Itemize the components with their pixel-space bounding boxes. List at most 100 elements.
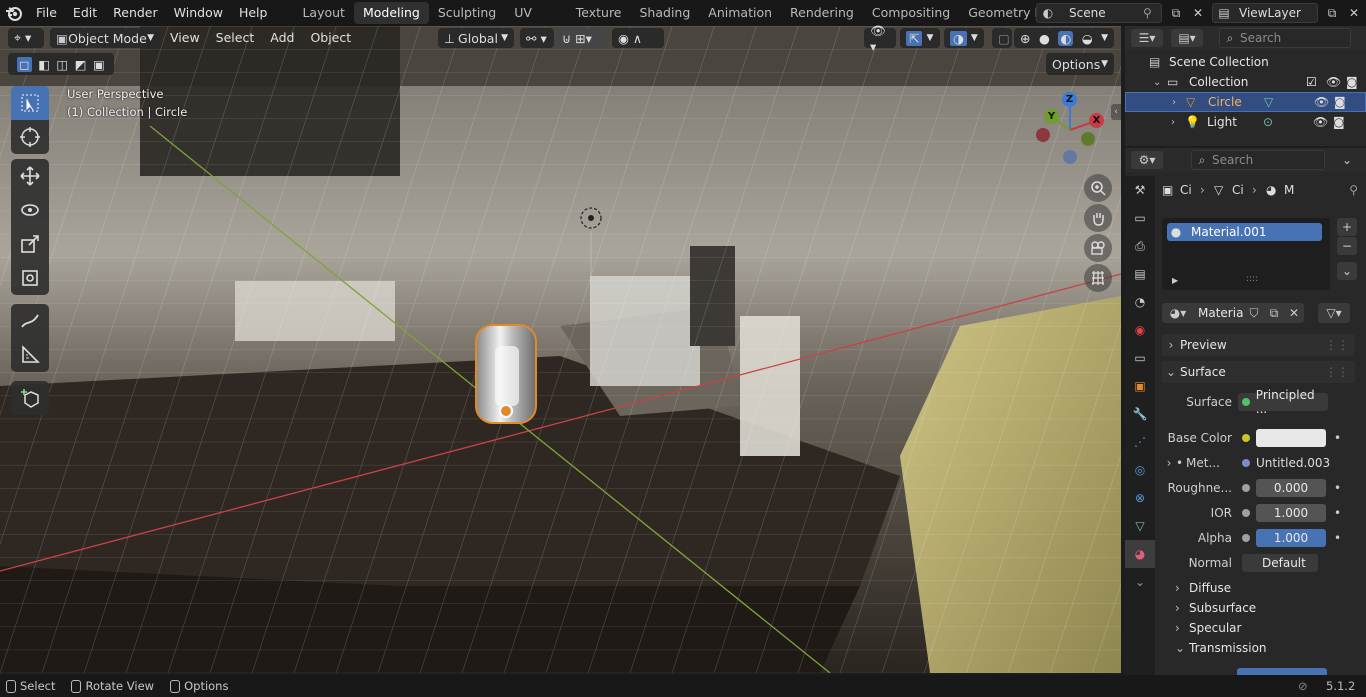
float-socket-icon[interactable] [1242,534,1250,542]
pin-icon[interactable]: ⚲ [1349,183,1358,197]
browse-material-button[interactable]: ◕▾ [1162,303,1194,323]
add-cube-tool[interactable] [11,381,49,415]
view-layer-tab-icon[interactable]: ▤ [1125,260,1155,288]
panel-preview[interactable]: › Preview ⋮⋮ [1162,334,1355,356]
data-tab-icon[interactable]: ▽ [1125,512,1155,540]
wireframe-shading-icon[interactable]: ⊕ [1020,31,1030,46]
xray-toggle-button[interactable]: ▢ [992,28,1012,48]
roughness-field[interactable]: 0.000 [1256,479,1326,497]
modifier-tab-icon[interactable]: 🔧 [1125,400,1155,428]
menu-help[interactable]: Help [231,2,276,24]
drag-handle-icon[interactable]: ⋮⋮ [1325,338,1349,352]
move-tool[interactable] [11,159,49,193]
object-tab-icon[interactable]: ▣ [1125,372,1155,400]
keyframe-dot-icon[interactable]: • [1334,431,1341,445]
alpha-field[interactable]: 1.000 [1256,529,1326,547]
network-icon[interactable]: ⊘ [1298,679,1308,693]
camera-icon[interactable]: ◙ [1346,75,1366,89]
pin-icon[interactable]: ⚲ [1143,6,1161,20]
eye-icon[interactable]: 👁 [1326,75,1346,89]
blender-logo-icon[interactable] [0,0,28,26]
duplicate-material-icon[interactable]: ⧉ [1264,303,1284,323]
tab-modeling[interactable]: Modeling [353,2,429,24]
chevron-down-icon[interactable]: ⌄ [1125,568,1155,596]
float-socket-icon[interactable] [1242,459,1250,467]
options-dropdown[interactable]: Options ▼ [1046,53,1114,75]
select-intersect-icon[interactable]: ▣ [93,57,105,72]
delete-view-layer-icon[interactable]: ✕ [1344,4,1364,22]
particles-tab-icon[interactable]: ⋰ [1125,428,1155,456]
eye-icon[interactable]: 👁 [1313,115,1333,129]
tab-uv-editing[interactable]: UV Editing [505,2,567,24]
tab-shading[interactable]: Shading [631,2,700,24]
material-tab-icon[interactable]: ◕ [1125,540,1155,568]
display-mode-button[interactable]: ▤▾ [1171,29,1203,47]
camera-view-icon[interactable] [1084,234,1112,262]
editor-type-button[interactable]: ☰▾ [1131,29,1163,47]
gizmo-x-icon[interactable]: X [1089,113,1104,128]
cursor-tool[interactable] [11,120,49,154]
outliner-scene-collection[interactable]: ▤ Scene Collection [1125,52,1366,72]
rendered-shading-icon[interactable]: ◒ [1082,31,1093,46]
rotate-tool[interactable] [11,193,49,227]
pivot-point-button[interactable]: ⚯ ▾ [520,28,554,48]
chevron-down-icon[interactable]: ⌄ [1153,77,1167,88]
tab-layout[interactable]: Layout [293,2,354,24]
keyframe-dot-icon[interactable]: • [1334,531,1341,545]
select-subtract-icon[interactable]: ◫ [56,57,68,72]
snap-button[interactable]: ⊍ ⊞▾ [556,28,606,48]
select-invert-icon[interactable]: ◩ [75,57,87,72]
surface-shader-field[interactable]: Principled ... [1238,388,1328,416]
menu-edit[interactable]: Edit [65,2,105,24]
zoom-icon[interactable] [1084,174,1112,202]
scene-selector[interactable]: ◐ Scene ⚲ [1036,3,1162,23]
transmission-weight-field[interactable] [1237,668,1327,675]
outliner-search-input[interactable]: ⌕ Search [1219,28,1351,48]
tab-compositing[interactable]: Compositing [863,2,959,24]
float-socket-icon[interactable] [1242,484,1250,492]
chevron-down-icon[interactable]: ▼ [1101,33,1108,43]
gizmo-z-icon[interactable]: Z [1062,92,1077,107]
menu-file[interactable]: File [28,2,65,24]
subpanel-diffuse[interactable]: › Diffuse [1175,578,1366,598]
color-socket-icon[interactable] [1242,434,1250,442]
remove-slot-button[interactable]: − [1337,237,1357,255]
eye-icon[interactable]: 👁 [1314,95,1334,109]
camera-icon[interactable]: ◙ [1333,115,1353,129]
render-tab-icon[interactable]: ▭ [1125,204,1155,232]
tab-rendering[interactable]: Rendering [781,2,863,24]
keyframe-dot-icon[interactable]: • [1334,506,1341,520]
view-layer-selector[interactable]: ▤ ViewLayer [1212,3,1318,23]
normal-field[interactable]: Default [1242,554,1318,572]
select-extend-icon[interactable]: ◧ [38,57,50,72]
add-slot-button[interactable]: + [1337,218,1357,236]
outliner-collection[interactable]: ⌄ ▭ Collection ☑ 👁 ◙ [1125,72,1366,92]
constraints-tab-icon[interactable]: ⊗ [1125,484,1155,512]
unlink-material-icon[interactable]: ✕ [1284,303,1304,323]
ior-field[interactable]: 1.000 [1256,504,1326,522]
tool-tab-icon[interactable]: ⚒ [1125,176,1155,204]
visibility-button[interactable]: 👁▾ [864,23,896,54]
chevron-down-icon[interactable]: ⌄ [1337,151,1357,169]
pan-hand-icon[interactable] [1084,204,1112,232]
scene-tab-icon[interactable]: ◔ [1125,288,1155,316]
annotate-tool[interactable] [11,304,49,338]
fake-user-shield-icon[interactable]: ⛉ [1244,303,1264,323]
output-tab-icon[interactable]: ⎙ [1125,232,1155,260]
camera-icon[interactable]: ◙ [1334,95,1354,109]
checkbox-icon[interactable]: ☑ [1306,75,1326,89]
overlay-toggle-button[interactable]: ◑ ▼ [944,28,984,48]
new-scene-icon[interactable]: ⧉ [1166,4,1186,22]
metallic-link-value[interactable]: Untitled.003 [1256,456,1330,470]
scale-tool[interactable] [11,227,49,261]
chevron-right-icon[interactable]: › [1171,117,1185,128]
panel-surface[interactable]: ⌄ Surface ⋮⋮ [1162,361,1355,383]
select-box-tool[interactable] [11,86,49,120]
menu-window[interactable]: Window [166,2,231,24]
tab-texture-paint[interactable]: Texture Paint [567,2,631,24]
link-mode-button[interactable]: ▽▾ [1318,303,1350,323]
3d-viewport[interactable]: User Perspective (1) Collection | Circle… [0,26,1121,673]
transform-orientation-dropdown[interactable]: ⊥ Global ▼ [438,28,514,48]
tab-sculpting[interactable]: Sculpting [429,2,505,24]
menu-object[interactable]: Object [302,28,359,48]
